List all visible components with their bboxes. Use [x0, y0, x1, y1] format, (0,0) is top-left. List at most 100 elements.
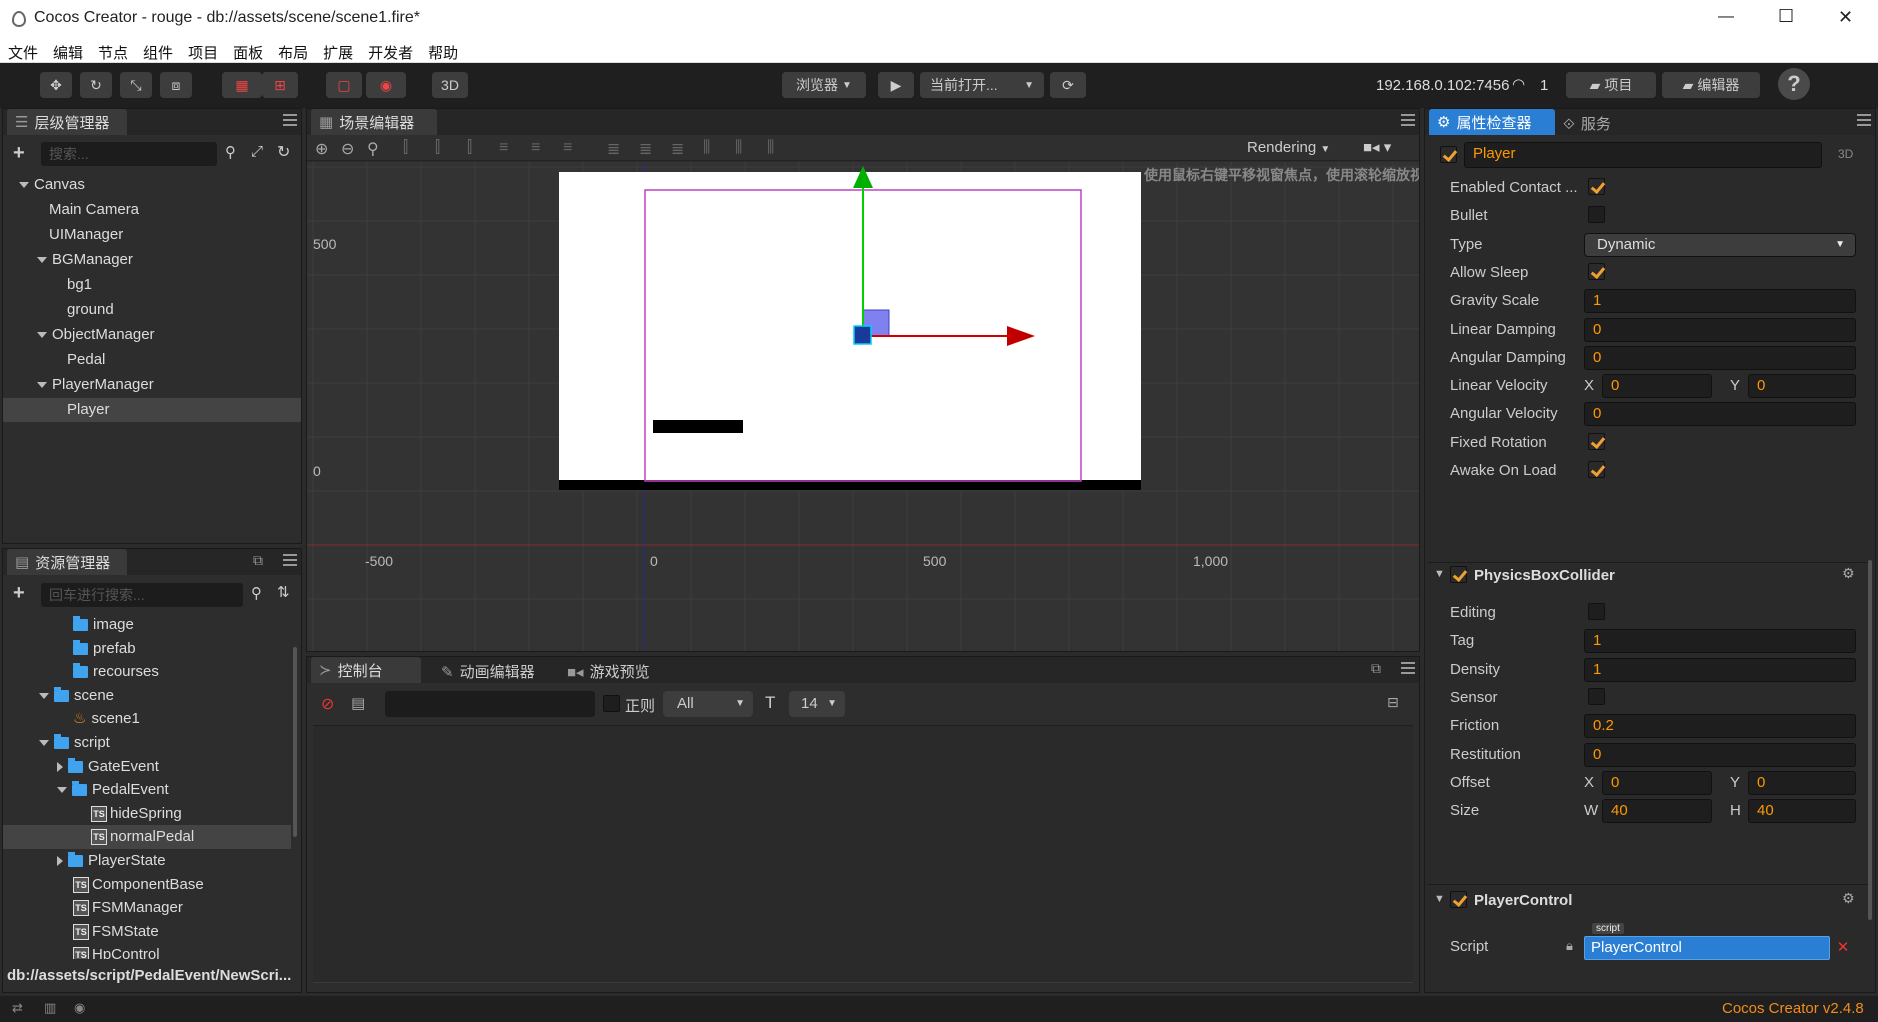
property-input[interactable]: 0	[1584, 345, 1856, 370]
asset-item[interactable]: PlayerState	[3, 849, 291, 873]
expand-arrow-icon[interactable]	[19, 182, 29, 189]
mode-3d-button[interactable]: 3D	[432, 72, 468, 98]
align-right-icon[interactable]: ⫿	[467, 139, 472, 157]
distribute-left-icon[interactable]: ⫼	[703, 139, 710, 157]
tree-node[interactable]: Pedal	[3, 348, 301, 372]
panel-menu-icon[interactable]	[1401, 114, 1415, 126]
assets-scrollbar[interactable]	[293, 647, 297, 837]
log-level-select[interactable]: All ▼	[663, 691, 753, 717]
popout-icon[interactable]: ⧉	[253, 552, 263, 569]
tab-console[interactable]: ≻ 控制台	[311, 657, 421, 683]
tab-hierarchy[interactable]: ☰ 层级管理器	[7, 109, 127, 135]
zoom-out-icon[interactable]: ⊖	[341, 139, 354, 159]
gizmo-toggle-button[interactable]: ▢	[326, 72, 362, 98]
remove-script-button[interactable]: ✕	[1830, 936, 1856, 960]
eye-icon[interactable]: ◉	[74, 1000, 85, 1016]
node-name-input[interactable]: Player	[1464, 142, 1822, 168]
gizmo-center[interactable]	[853, 325, 872, 345]
collapse-icon[interactable]: ⤢	[251, 143, 263, 160]
vector-y-input[interactable]: 0	[1748, 374, 1856, 399]
property-checkbox[interactable]	[1588, 178, 1605, 195]
menu-item[interactable]: 扩展	[323, 42, 353, 63]
menu-item[interactable]: 项目	[188, 42, 218, 63]
help-button[interactable]: ?	[1778, 68, 1810, 100]
distribute-bottom-icon[interactable]: ≣	[671, 139, 684, 159]
inspector-scrollbar[interactable]	[1868, 560, 1872, 920]
menu-item[interactable]: 组件	[143, 42, 173, 63]
database-icon[interactable]: ▥	[44, 1000, 56, 1016]
distribute-top-icon[interactable]: ≣	[607, 139, 620, 159]
asset-item[interactable]: TS FSMState	[3, 920, 291, 944]
tree-node[interactable]: Main Camera	[3, 198, 301, 222]
asset-item[interactable]: TS normalPedal	[3, 825, 291, 850]
move-tool-button[interactable]: ✥	[40, 72, 72, 98]
property-input[interactable]: 1	[1584, 629, 1856, 654]
tab-inspector[interactable]: ⚙ 属性检查器	[1429, 109, 1555, 135]
property-input[interactable]: 1	[1584, 657, 1856, 682]
pivot-button[interactable]: ▦	[222, 72, 262, 98]
panel-menu-icon[interactable]	[283, 554, 297, 566]
node-active-checkbox[interactable]	[1440, 146, 1457, 163]
vector-x-input[interactable]: 40	[1602, 799, 1712, 824]
tree-node[interactable]: BGManager	[3, 248, 301, 272]
distribute-vcenter-icon[interactable]: ≣	[639, 139, 652, 159]
node-3d-toggle[interactable]: 3D	[1838, 147, 1853, 161]
play-button[interactable]: ▶	[878, 72, 914, 98]
asset-item[interactable]: prefab	[3, 637, 291, 661]
asset-item[interactable]: PedalEvent	[3, 778, 291, 802]
open-editor-button[interactable]: ▰ 编辑器	[1662, 72, 1760, 98]
hierarchy-search-input[interactable]: 搜索...	[41, 142, 217, 166]
panel-menu-icon[interactable]	[1401, 662, 1415, 674]
asset-item[interactable]: TS hideSpring	[3, 802, 291, 826]
scene-select[interactable]: 当前打开... ▼	[920, 72, 1044, 98]
panel-menu-icon[interactable]	[1857, 114, 1871, 126]
platform-select[interactable]: 浏览器 ▼	[782, 72, 866, 98]
clear-console-icon[interactable]: ⊘	[321, 694, 334, 714]
asset-item[interactable]: GateEvent	[3, 755, 291, 779]
align-hcenter-icon[interactable]: ⫿	[435, 139, 440, 157]
gizmo-world-button[interactable]: ◉	[366, 72, 406, 98]
maximize-button[interactable]: ☐	[1778, 6, 1794, 27]
font-size-select[interactable]: 14 ▼	[789, 691, 845, 717]
expand-arrow-icon[interactable]	[39, 740, 49, 747]
vector-y-input[interactable]: 0	[1748, 770, 1856, 795]
tree-node[interactable]: PlayerManager	[3, 373, 301, 397]
rect-tool-button[interactable]: ⧈	[160, 72, 192, 98]
property-checkbox[interactable]	[1588, 603, 1605, 620]
property-input[interactable]: 0	[1584, 402, 1856, 427]
zoom-reset-icon[interactable]: ⚲	[367, 139, 379, 159]
distribute-right-icon[interactable]: ⫼	[767, 139, 774, 157]
property-input[interactable]: 1	[1584, 289, 1856, 314]
tree-node[interactable]: Player	[3, 398, 301, 422]
property-checkbox[interactable]	[1588, 206, 1605, 224]
expand-arrow-icon[interactable]	[57, 761, 63, 772]
rendering-select[interactable]: Rendering ▼	[1247, 139, 1330, 156]
vector-x-input[interactable]: 0	[1602, 770, 1712, 795]
tree-node[interactable]: Canvas	[3, 173, 301, 197]
asset-item[interactable]: image	[3, 613, 291, 637]
collapse-arrow-icon[interactable]: ▼	[1434, 893, 1445, 905]
zoom-in-icon[interactable]: ⊕	[315, 139, 328, 159]
add-asset-button[interactable]: +	[13, 582, 25, 605]
collider-enabled-checkbox[interactable]	[1450, 566, 1467, 583]
popout-icon[interactable]: ⧉	[1371, 660, 1381, 677]
menu-item[interactable]: 节点	[98, 42, 128, 63]
ip-address[interactable]: 192.168.0.102:7456	[1376, 77, 1509, 94]
console-filter-input[interactable]	[385, 691, 595, 717]
tab-assets[interactable]: ▤ 资源管理器	[7, 549, 127, 575]
vector-y-input[interactable]: 40	[1748, 799, 1856, 824]
property-checkbox[interactable]	[1588, 432, 1605, 450]
asset-item[interactable]: TS FSMManager	[3, 896, 291, 920]
minimize-button[interactable]: —	[1718, 8, 1734, 26]
scale-tool-button[interactable]: ⤡	[120, 72, 152, 98]
expand-arrow-icon[interactable]	[57, 787, 67, 794]
expand-arrow-icon[interactable]	[37, 382, 47, 389]
tree-node[interactable]: UIManager	[3, 223, 301, 247]
align-bottom-icon[interactable]: ≡	[563, 139, 572, 157]
menu-item[interactable]: 开发者	[368, 42, 413, 63]
tree-node[interactable]: ObjectManager	[3, 323, 301, 347]
align-vcenter-icon[interactable]: ≡	[531, 139, 540, 157]
refresh-button[interactable]: ⟳	[1050, 72, 1086, 98]
menu-item[interactable]: 帮助	[428, 42, 458, 63]
tab-animation[interactable]: ✎ 动画编辑器	[441, 661, 535, 682]
